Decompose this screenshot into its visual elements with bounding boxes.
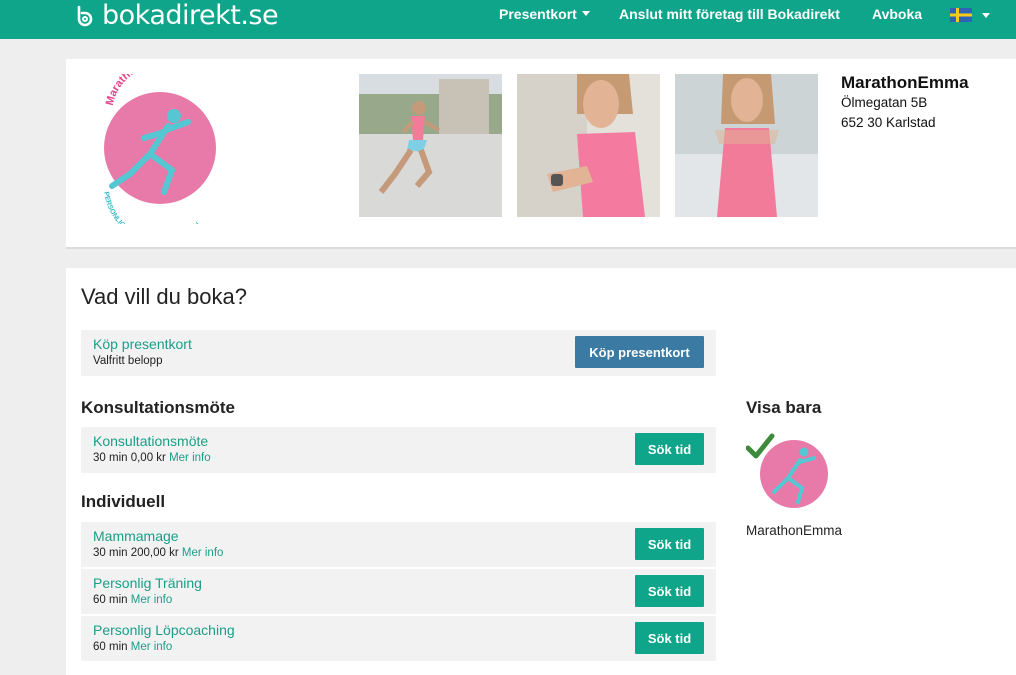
more-info-link[interactable]: Mer info — [182, 547, 224, 559]
service-name-link[interactable]: Konsultationsmöte — [93, 433, 208, 449]
more-info-link[interactable]: Mer info — [131, 594, 173, 606]
page-title: Vad vill du boka? — [81, 284, 247, 309]
employee-filter-avatar[interactable] — [746, 430, 836, 518]
service-name-link[interactable]: Personlig Löpcoaching — [93, 622, 235, 638]
bokadirekt-logo-icon — [77, 5, 93, 27]
service-name-link[interactable]: Personlig Träning — [93, 575, 202, 591]
buy-gift-card-button[interactable]: Köp presentkort — [575, 336, 704, 368]
service-details: 30 min 200,00 kr Mer info — [93, 547, 223, 559]
company-street: Ölmegatan 5B — [841, 95, 928, 110]
more-info-link[interactable]: Mer info — [131, 641, 173, 653]
runner-photo-2[interactable] — [517, 74, 660, 217]
service-row: Personlig Träning 60 min Mer info Sök ti… — [81, 569, 716, 614]
service-row: Konsultationsmöte 30 min 0,00 kr Mer inf… — [81, 427, 716, 473]
company-name: MarathonEmma — [841, 73, 969, 92]
service-details: 60 min Mer info — [93, 594, 172, 606]
chevron-down-icon — [581, 11, 590, 16]
section-title-consultation: Konsultationsmöte — [81, 398, 235, 417]
filter-title: Visa bara — [746, 398, 822, 417]
service-details-text: 60 min — [93, 641, 128, 653]
bokadirekt-logo[interactable]: bokadirekt.se — [72, 0, 279, 31]
service-name-link[interactable]: Mammamage — [93, 528, 179, 544]
marathonemma-logo: MarathonEmma PERSONLIG TRÄNARE & LÖPCOAC… — [102, 74, 216, 224]
search-time-button[interactable]: Sök tid — [635, 433, 704, 465]
service-details: 60 min Mer info — [93, 641, 172, 653]
service-details: 30 min 0,00 kr Mer info — [93, 452, 211, 464]
service-details-text: 30 min 0,00 kr — [93, 452, 166, 464]
nav-connect-business[interactable]: Anslut mitt företag till Bokadirekt — [619, 5, 840, 23]
gift-card-link[interactable]: Köp presentkort — [93, 336, 192, 352]
search-time-button[interactable]: Sök tid — [635, 575, 704, 607]
search-time-button[interactable]: Sök tid — [635, 622, 704, 654]
swedish-flag-icon[interactable] — [950, 8, 972, 22]
nav-gift-cards-label: Presentkort — [499, 6, 577, 22]
service-details-text: 60 min — [93, 594, 128, 606]
logo-text: bokadirekt.se — [102, 0, 279, 31]
runner-photo-1[interactable] — [359, 74, 502, 217]
language-chevron-down-icon[interactable] — [982, 13, 990, 18]
section-title-individual: Individuell — [81, 492, 166, 511]
service-details-text: 30 min 200,00 kr — [93, 547, 179, 559]
more-info-link[interactable]: Mer info — [169, 452, 211, 464]
company-city: 652 30 Karlstad — [841, 115, 936, 130]
search-time-button[interactable]: Sök tid — [635, 528, 704, 560]
nav-cancel-booking[interactable]: Avboka — [872, 5, 922, 23]
runner-photo-3[interactable] — [675, 74, 818, 217]
gift-card-subtitle: Valfritt belopp — [93, 355, 163, 367]
nav-gift-cards[interactable]: Presentkort — [499, 5, 590, 23]
service-row: Personlig Löpcoaching 60 min Mer info Sö… — [81, 616, 716, 661]
service-row: Mammamage 30 min 200,00 kr Mer info Sök … — [81, 522, 716, 567]
filter-employee-name: MarathonEmma — [746, 523, 843, 538]
